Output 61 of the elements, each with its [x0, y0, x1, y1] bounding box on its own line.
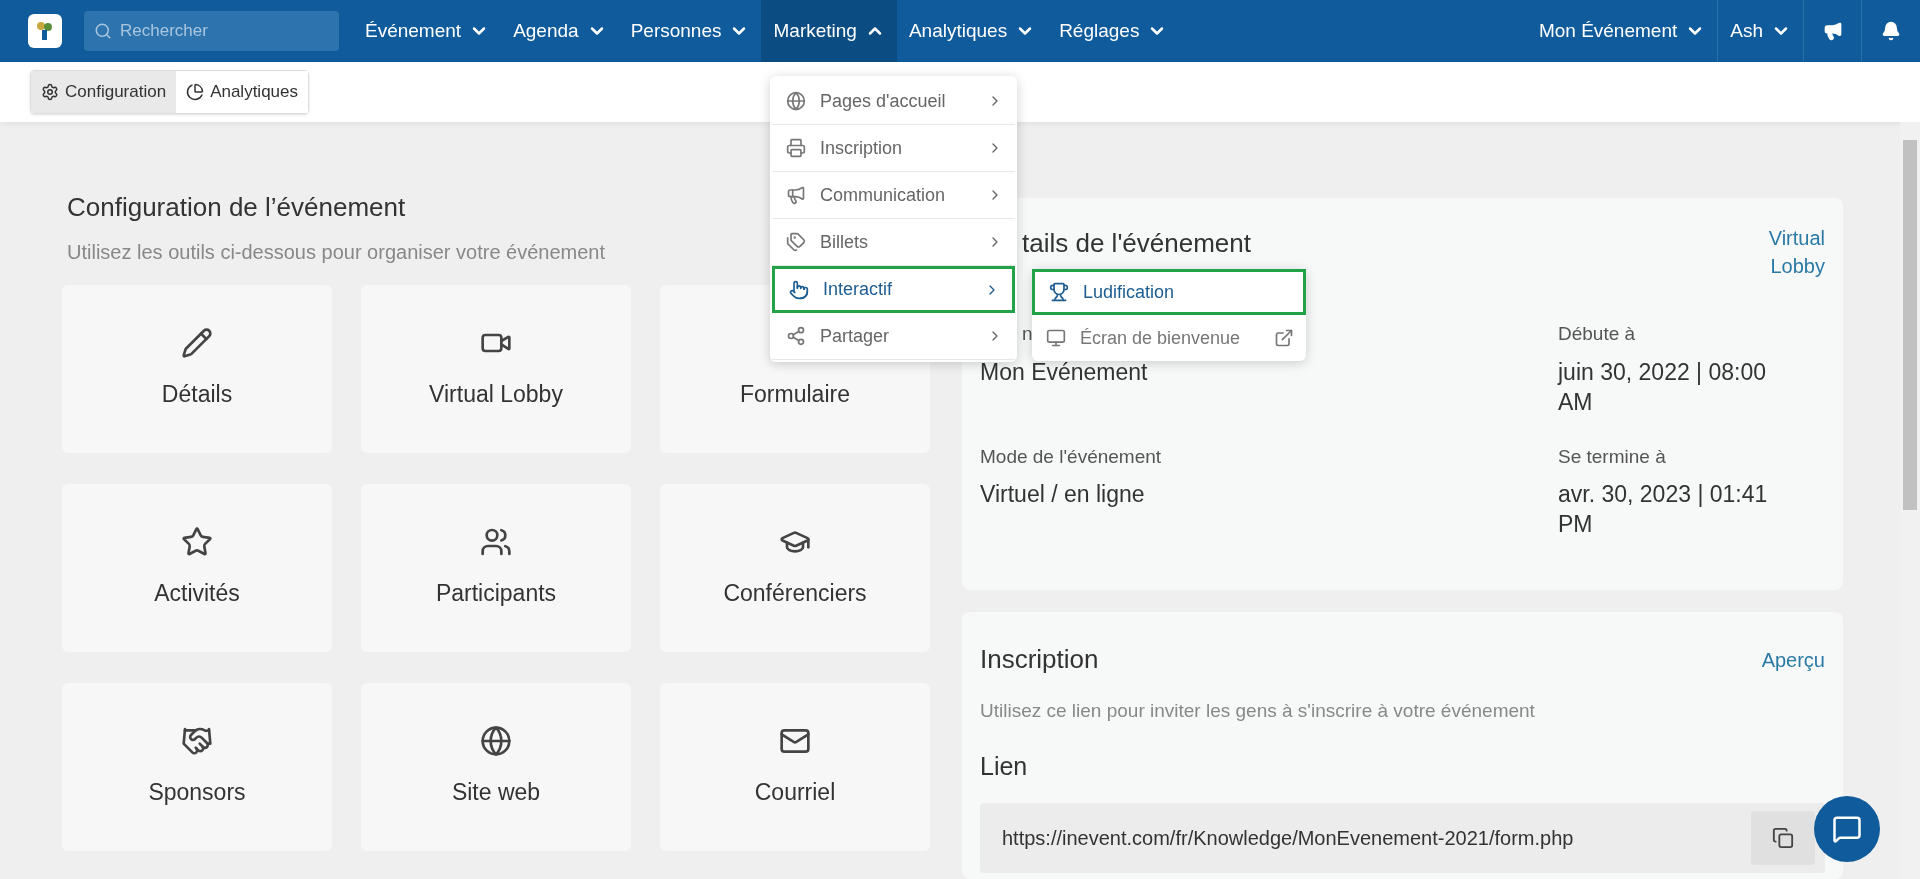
chat-icon	[1832, 814, 1862, 844]
field-label: Se termine à	[1558, 444, 1667, 469]
share-icon	[786, 326, 806, 346]
field-label: Mode de l'événement	[980, 444, 1163, 469]
megaphone-icon	[786, 185, 806, 205]
field-label: n	[1022, 322, 1033, 346]
gears-icon	[41, 83, 59, 101]
external-link-icon	[1274, 328, 1294, 348]
tool-tile[interactable]: Participants	[361, 484, 631, 652]
printer-icon	[786, 138, 806, 158]
copy-button[interactable]	[1751, 811, 1815, 865]
virtual-lobby-link[interactable]: Virtual Lobby	[1745, 224, 1825, 280]
megaphone-icon	[1822, 21, 1843, 41]
globe-icon	[480, 724, 512, 757]
trophy-icon	[1049, 282, 1069, 302]
bell-icon	[1881, 21, 1901, 41]
card-description: Utilisez ce lien pour inviter les gens à s'inscrire à votre événement	[980, 699, 1536, 723]
nav-menu-item[interactable]: Marketing	[761, 0, 897, 62]
nav-menu-item[interactable]: Analytiques	[896, 0, 1048, 62]
dropdown-item[interactable]: Pages d'accueil	[772, 78, 1015, 125]
pointing-hand-icon	[789, 279, 809, 300]
submenu-item[interactable]: Ludification	[1032, 269, 1306, 315]
tool-tile[interactable]: Sponsors	[62, 683, 332, 851]
dropdown-item[interactable]: Interactif	[772, 266, 1015, 313]
nav-menu-item[interactable]: Personnes	[618, 0, 762, 62]
dropdown-item[interactable]: Inscription	[772, 125, 1015, 172]
tool-tile[interactable]: Site web	[361, 683, 631, 851]
field-value: juin 30, 2022 | 08:00 AM	[1558, 357, 1768, 417]
field-value: Virtuel / en ligne	[980, 480, 1146, 509]
nav-menu-item[interactable]: Agenda	[501, 0, 619, 62]
tool-tile[interactable]: Activités	[62, 484, 332, 652]
pencil-icon	[181, 326, 213, 359]
section-title: Configuration de l’événement	[67, 191, 406, 224]
nav-menu-item[interactable]: Réglages	[1047, 0, 1180, 62]
tool-tile[interactable]: Virtual Lobby	[361, 285, 631, 453]
preview-link[interactable]: Aperçu	[1761, 644, 1825, 675]
logo-icon[interactable]	[28, 14, 62, 48]
card-title: Inscription	[980, 643, 1099, 676]
globe-icon	[786, 91, 806, 111]
tool-tile[interactable]: Détails	[62, 285, 332, 453]
star-icon	[181, 525, 213, 558]
nav-menu-item[interactable]: Événement	[353, 0, 502, 62]
monitor-icon	[1046, 328, 1066, 348]
search-field[interactable]: Rechercher	[84, 11, 339, 51]
url-field[interactable]: https://inevent.com/fr/Knowledge/MonEvenement-2021/form.php	[980, 803, 1825, 873]
field-label: Débute à	[1558, 322, 1637, 346]
tool-tile[interactable]: Courriel	[660, 683, 930, 851]
view-tab[interactable]: Configuration	[31, 71, 177, 113]
dropdown-item[interactable]: Communication	[772, 172, 1015, 219]
dropdown-item[interactable]: Partager	[772, 313, 1015, 360]
dropdown-item[interactable]: Billets	[772, 219, 1015, 266]
field-value: avr. 30, 2023 | 01:41 PM	[1558, 480, 1769, 539]
view-tab[interactable]: Analytiques	[176, 71, 308, 113]
card-title: tails de l'événement	[1022, 227, 1251, 260]
search-icon	[94, 22, 112, 40]
section-subtitle: Utilisez les outils ci-dessous pour organiser votre événement	[67, 240, 606, 265]
link-label: Lien	[980, 750, 1029, 782]
pie-chart-icon	[186, 83, 205, 101]
copy-icon	[1772, 827, 1794, 849]
tool-tile[interactable]: Conférenciers	[660, 484, 930, 652]
tags-icon	[786, 232, 806, 252]
